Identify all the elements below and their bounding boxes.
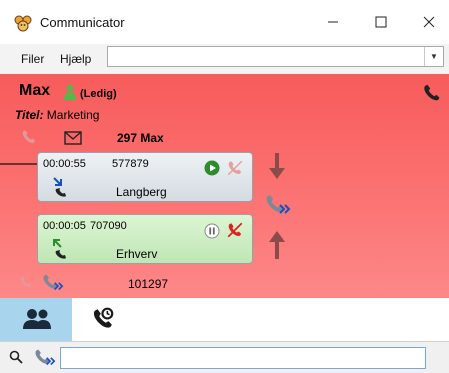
toolbar-combobox[interactable]: ▼ xyxy=(107,46,444,67)
tab-call-history[interactable] xyxy=(78,298,134,341)
minimize-icon xyxy=(328,21,338,23)
hangup-icon[interactable] xyxy=(226,221,244,239)
menu-file[interactable]: Filer xyxy=(21,52,44,66)
user-status-icon xyxy=(64,84,76,100)
agent-title-row: Titel: Marketing xyxy=(15,108,99,122)
incoming-call-icon xyxy=(53,177,66,197)
call-name: Langberg xyxy=(116,185,167,199)
call-duration: 00:00:05 xyxy=(43,220,86,232)
resume-call-icon[interactable] xyxy=(204,160,220,176)
agent-title-value: Marketing xyxy=(46,108,100,122)
phone-icon-disabled xyxy=(22,130,35,143)
mailbox-count: 297 Max xyxy=(117,131,164,145)
outgoing-call-icon xyxy=(53,239,66,259)
title-bar: Communicator xyxy=(0,0,449,44)
call-card-on-hold[interactable]: 00:00:55 577879 Langberg xyxy=(37,152,253,202)
close-icon xyxy=(423,16,435,28)
phone-icon-disabled xyxy=(20,276,32,288)
maximize-button[interactable] xyxy=(366,9,396,35)
call-duration: 00:00:55 xyxy=(43,158,86,170)
tab-contacts[interactable] xyxy=(0,298,72,341)
agent-status: (Ledig) xyxy=(80,88,117,100)
move-up-arrow-icon[interactable] xyxy=(268,230,286,260)
transfer-call-icon[interactable] xyxy=(263,192,293,220)
forward-number: 101297 xyxy=(128,277,169,291)
tab-bar xyxy=(0,298,449,342)
mail-icon[interactable] xyxy=(64,131,82,145)
contacts-icon xyxy=(23,309,51,329)
hold-call-icon[interactable] xyxy=(204,223,220,239)
app-logo-icon xyxy=(14,15,32,32)
hangup-icon-disabled xyxy=(227,160,243,176)
window-title: Communicator xyxy=(40,15,125,30)
maximize-icon xyxy=(375,16,387,28)
call-number: 707090 xyxy=(90,220,127,232)
move-down-arrow-icon[interactable] xyxy=(268,152,286,180)
call-number: 577879 xyxy=(112,158,149,170)
close-button[interactable] xyxy=(414,9,444,35)
menu-help[interactable]: Hjælp xyxy=(60,52,91,66)
voicemail-status-icon[interactable] xyxy=(421,82,443,104)
search-icon xyxy=(9,350,23,364)
agent-name: Max xyxy=(19,82,51,99)
search-input[interactable] xyxy=(60,347,426,369)
call-card-active[interactable]: 00:00:05 707090 Erhverv xyxy=(37,214,253,264)
search-dial-icon[interactable] xyxy=(32,347,58,367)
minimize-button[interactable] xyxy=(318,9,348,35)
agent-title-label: Titel: xyxy=(15,108,44,122)
chevron-down-icon[interactable]: ▼ xyxy=(424,47,443,66)
forward-call-icon[interactable] xyxy=(40,272,66,292)
call-history-icon xyxy=(93,307,114,328)
call-name: Erhverv xyxy=(116,247,158,261)
